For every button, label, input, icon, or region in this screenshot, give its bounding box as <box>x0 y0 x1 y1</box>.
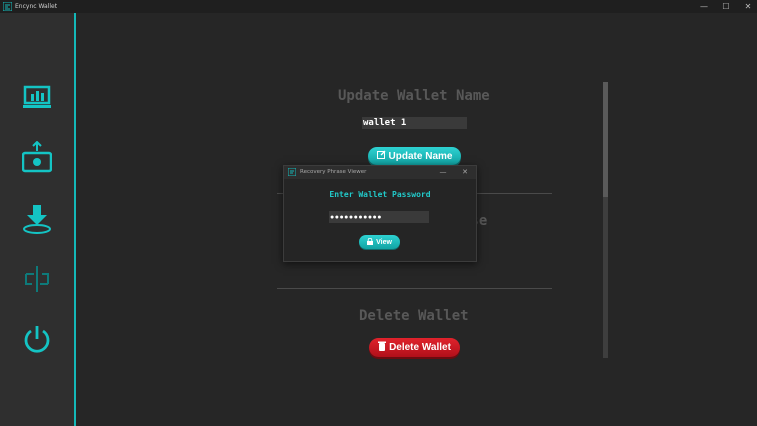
update-name-label: Update Name <box>388 150 453 162</box>
sidebar-item-exchange[interactable] <box>19 263 55 299</box>
delete-wallet-label: Delete Wallet <box>389 342 451 353</box>
delete-wallet-button[interactable]: Delete Wallet <box>369 338 460 357</box>
dialog-app-icon <box>287 167 297 178</box>
dialog-heading: Enter Wallet Password <box>329 190 431 199</box>
lock-icon <box>367 237 374 247</box>
delete-wallet-title: Delete Wallet <box>359 308 469 324</box>
password-input[interactable] <box>329 211 429 223</box>
close-button[interactable]: ✕ <box>738 1 757 12</box>
update-name-button[interactable]: Update Name <box>368 147 461 165</box>
sidebar-item-power[interactable] <box>19 323 55 359</box>
sidebar-item-send[interactable] <box>19 140 55 177</box>
window-titlebar: Encync Wallet — ☐ ✕ <box>0 0 757 13</box>
sidebar <box>0 13 74 426</box>
power-icon <box>22 324 52 358</box>
sidebar-item-dashboard[interactable] <box>19 81 55 117</box>
dialog-title: Recovery Phrase Viewer <box>300 169 367 175</box>
trash-icon <box>378 341 387 354</box>
dialog-minimize-button[interactable]: — <box>436 166 450 179</box>
dialog-titlebar: Recovery Phrase Viewer — ✕ <box>284 166 476 179</box>
view-button[interactable]: View <box>359 235 400 249</box>
view-label: View <box>376 238 392 246</box>
download-icon <box>22 203 52 239</box>
upload-icon <box>21 140 53 177</box>
chart-icon <box>22 84 52 114</box>
recovery-phrase-dialog: Recovery Phrase Viewer — ✕ Enter Wallet … <box>283 165 477 262</box>
edit-icon <box>376 150 386 162</box>
minimize-button[interactable]: — <box>694 1 714 12</box>
exchange-icon <box>22 264 52 298</box>
update-wallet-title: Update Wallet Name <box>338 88 490 104</box>
wallet-name-input[interactable] <box>362 117 467 129</box>
dialog-close-button[interactable]: ✕ <box>458 166 472 179</box>
maximize-button[interactable]: ☐ <box>716 1 736 12</box>
scrollbar-thumb[interactable] <box>603 82 608 197</box>
scrollbar[interactable] <box>603 82 608 358</box>
app-logo-icon <box>2 1 13 13</box>
sidebar-item-receive[interactable] <box>19 203 55 239</box>
section-divider <box>277 288 552 289</box>
window-title: Encync Wallet <box>15 3 58 10</box>
